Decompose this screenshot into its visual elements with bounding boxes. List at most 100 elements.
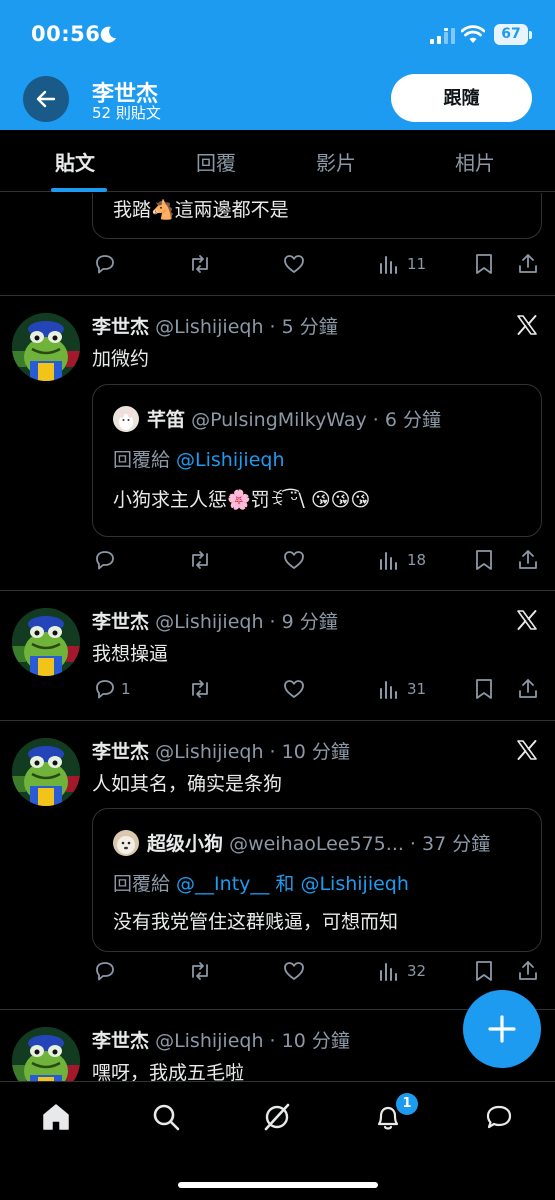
reply-icon[interactable] [93,677,117,701]
signal-icon [430,28,455,44]
x-logo-icon[interactable] [515,313,539,337]
share-icon[interactable] [516,677,540,701]
wifi-icon [461,25,485,43]
author-name[interactable]: 李世杰 [92,741,149,763]
share-icon[interactable] [516,252,540,276]
bookmark-icon[interactable] [473,252,495,276]
frog-avatar-image [12,1027,80,1081]
profile-header: 00:56 67 李世杰 52 則貼文 跟隨 [0,0,555,130]
post-actions: 18 [0,548,555,574]
bookmark-icon[interactable] [473,959,495,983]
views-icon[interactable] [378,252,400,276]
post-header: 李世杰 @Lishijieqh · 9 分鐘 [92,607,338,634]
reply-icon[interactable] [93,252,117,276]
author-handle-time[interactable]: @Lishijieqh · 5 分鐘 [155,316,338,338]
post-item[interactable]: 我踏🐴這兩邊都不是 11 [0,193,555,296]
quoted-post[interactable]: 我踏🐴這兩邊都不是 [92,193,542,239]
post-header: 李世杰 @Lishijieqh · 5 分鐘 [92,312,338,339]
quoted-avatar[interactable] [113,830,139,856]
quoted-post-text: 我踏🐴這兩邊都不是 [113,199,289,221]
share-icon[interactable] [516,548,540,572]
frog-avatar-image [12,608,80,676]
post-actions: 1 31 [0,677,555,703]
active-tab-indicator [51,188,107,192]
repost-icon[interactable] [188,677,212,701]
repost-icon[interactable] [188,959,212,983]
search-icon[interactable] [151,1102,181,1132]
author-name[interactable]: 李世杰 [92,1030,149,1052]
status-bar: 00:56 67 [0,0,555,70]
post-text: 人如其名，确实是条狗 [92,773,283,795]
views-icon[interactable] [378,959,400,983]
views-count: 32 [407,962,427,980]
quoted-avatar[interactable] [113,406,139,432]
like-icon[interactable] [282,548,306,572]
author-handle-time[interactable]: @Lishijieqh · 9 分鐘 [155,611,338,633]
avatar[interactable] [12,608,80,676]
x-logo-icon[interactable] [515,608,539,632]
messages-icon[interactable] [484,1102,514,1132]
post-text: 我想操逼 [92,643,169,665]
reply-count: 1 [121,680,131,698]
quoted-post[interactable]: 芊笛 @PulsingMilkyWay · 6 分鐘 回覆給 @Lishijie… [92,384,542,537]
author-handle-time[interactable]: @Lishijieqh · 10 分鐘 [155,741,350,763]
reply-mention-link[interactable]: @__Inty__ 和 @Lishijieqh [176,873,409,895]
tab-replies[interactable]: 回覆 [196,147,236,176]
author-name[interactable]: 李世杰 [92,316,149,338]
tab-posts[interactable]: 貼文 [55,147,95,176]
views-count: 11 [407,255,427,273]
reply-prefix: 回覆給 [113,873,177,895]
moon-icon [100,26,116,43]
post-header: 李世杰 @Lishijieqh · 10 分鐘 [92,737,350,764]
views-count: 18 [407,551,427,569]
post-item[interactable]: 李世杰 @Lishijieqh · 10 分鐘 人如其名，确实是条狗 超级小狗 … [0,721,555,1010]
quoted-author-handle-time: @weihaoLee575... · 37 分鐘 [229,833,491,855]
quoted-post-header: 芊笛 @PulsingMilkyWay · 6 分鐘 [147,405,441,432]
share-icon[interactable] [516,959,540,983]
battery-cap [529,31,532,39]
quoted-post[interactable]: 超级小狗 @weihaoLee575... · 37 分鐘 回覆給 @__Int… [92,808,542,952]
author-handle-time[interactable]: @Lishijieqh · 10 分鐘 [155,1030,350,1052]
tab-videos[interactable]: 影片 [316,147,356,176]
reply-mention-link[interactable]: @Lishijieqh [176,449,284,471]
like-icon[interactable] [282,252,306,276]
quoted-avatar-image [113,406,139,432]
home-indicator [178,1182,378,1188]
quoted-author-handle-time: @PulsingMilkyWay · 6 分鐘 [191,409,442,431]
avatar[interactable] [12,313,80,381]
battery-level: 67 [494,24,528,45]
grok-icon[interactable] [262,1102,292,1132]
bookmark-icon[interactable] [473,677,495,701]
tab-photos[interactable]: 相片 [455,147,495,176]
post-item[interactable]: 李世杰 @Lishijieqh · 9 分鐘 我想操逼 1 31 [0,591,555,721]
home-icon[interactable] [41,1102,71,1132]
compose-button[interactable] [463,990,541,1068]
reply-context: 回覆給 @Lishijieqh [113,445,284,472]
post-item[interactable]: 李世杰 @Lishijieqh · 5 分鐘 加微约 芊笛 @PulsingMi… [0,296,555,591]
reply-icon[interactable] [93,959,117,983]
follow-button[interactable]: 跟隨 [391,74,532,122]
frog-avatar-image [12,738,80,806]
like-icon[interactable] [282,959,306,983]
avatar[interactable] [12,1027,80,1081]
repost-icon[interactable] [188,252,212,276]
timeline[interactable]: 我踏🐴這兩邊都不是 11 李世杰 @Lishijieqh · 5 分鐘 加微约 … [0,193,555,1081]
back-arrow-icon [36,90,56,108]
post-actions: 11 [0,252,555,278]
back-button[interactable] [23,76,69,122]
like-icon[interactable] [282,677,306,701]
quoted-post-text: 小狗求主人惩🌸罚ꉂ ͡ᵕ̈\ 😘😘😘 [113,489,371,511]
reply-icon[interactable] [93,548,117,572]
views-icon[interactable] [378,548,400,572]
notification-badge: 1 [396,1093,418,1115]
profile-tabs: 貼文 回覆 影片 相片 [0,130,555,192]
avatar[interactable] [12,738,80,806]
post-actions: 32 [0,959,555,985]
frog-avatar-image [12,313,80,381]
author-name[interactable]: 李世杰 [92,611,149,633]
x-logo-icon[interactable] [515,738,539,762]
views-icon[interactable] [378,677,400,701]
bookmark-icon[interactable] [473,548,495,572]
compose-icon [488,1015,516,1043]
repost-icon[interactable] [188,548,212,572]
